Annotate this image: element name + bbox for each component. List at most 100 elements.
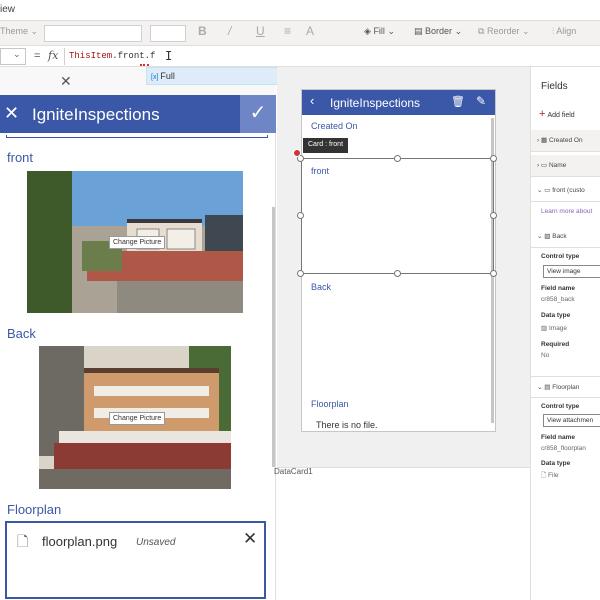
back-required-label: Required [541,341,570,348]
floorplan-control-type-label: Control type [541,403,580,410]
card-icon: ▭ [544,187,551,194]
plus-icon: + [539,108,546,120]
floorplan-label: Floorplan [7,502,62,517]
fill-button[interactable]: ◈ Fill ⌄ [364,26,395,37]
chevron-down-icon: ⌄ [387,26,395,36]
back-control-type-dropdown[interactable]: View image [543,265,600,278]
resize-handle[interactable] [394,155,401,162]
preview-scrollbar[interactable] [272,207,275,467]
design-form-title: IgniteInspections [330,96,421,110]
back-label: Back [7,326,36,341]
chevron-down-icon: ⌄ [454,26,463,36]
close-preview-icon[interactable]: ✕ [60,73,72,90]
align-button[interactable]: ⫶ Align [552,26,576,37]
file-icon: 🗋 [17,533,29,549]
preview-form-header: ✕ IgniteInspections ✓ [0,95,276,133]
back-control-type-label: Control type [541,253,580,260]
trash-icon[interactable]: 🗑 [451,95,465,108]
field-row-back[interactable]: ⌄ ▨ Back [531,226,600,248]
resize-handle[interactable] [297,212,304,219]
font-family-dropdown[interactable] [44,25,142,42]
resize-handle[interactable] [490,155,497,162]
floorplan-data-type-label: Data type [541,460,571,467]
text-field-icon: ▭ [540,162,548,169]
floorplan-control-type-dropdown[interactable]: View attachmen [543,414,600,427]
floorplan-field-name-label: Field name [541,434,575,441]
font-color-button[interactable]: A [306,24,314,38]
remove-attachment-icon[interactable]: ✕ [243,529,257,549]
bold-button[interactable]: B [198,24,207,38]
floorplan-attachment-control[interactable]: 🗋 floorplan.png Unsaved ✕ [5,521,266,599]
preview-form-title: IgniteInspections [32,105,160,124]
design-created-on-label: Created On [311,121,358,131]
resize-handle[interactable] [394,270,401,277]
chevron-right-icon: › [537,162,540,169]
resize-handle[interactable] [297,270,304,277]
chevron-down-icon: ⌄ [537,233,543,240]
close-icon[interactable]: ✕ [4,103,19,124]
learn-more-link[interactable]: Learn more about [541,208,592,215]
selected-card-outline[interactable] [301,158,494,274]
italic-button[interactable]: / [228,24,231,38]
chevron-down-icon: ⌄ [13,49,21,59]
formula-keyword: ThisItem [69,51,113,61]
paint-bucket-icon: ◈ [364,26,371,36]
equals-sign: = [34,50,41,62]
variable-icon: [x] [151,74,159,81]
formula-input[interactable]: ThisItem.front.f [64,48,600,65]
font-size-field[interactable] [150,25,186,42]
chevron-down-icon: ⌄ [537,384,543,391]
chevron-right-icon: › [537,137,540,144]
attachment-icon: ▤ [544,384,551,391]
preview-panel: ✕ ✕ IgniteInspections ✓ front Change Pic… [0,67,276,600]
strikethrough-button[interactable]: ≡ [284,24,291,38]
reorder-icon: ⧉ [478,26,485,36]
front-change-picture-button[interactable]: Change Picture [109,236,166,249]
error-squiggle [140,64,149,66]
attachment-file-name[interactable]: floorplan.png [42,534,117,549]
design-form-header: ‹ IgniteInspections 🗑 ✎ [302,90,495,115]
floorplan-data-type-value: 🗋 File [541,472,559,479]
checkmark-icon[interactable]: ✓ [240,95,276,133]
field-row-front[interactable]: ⌄ ▭ front (custo [531,180,600,202]
text-cursor-icon: I [165,49,173,63]
border-button[interactable]: ▤ Border ⌄ [414,26,462,37]
theme-dropdown[interactable]: Theme ⌄ [0,26,38,37]
view-menu-tab[interactable]: iew [0,4,15,15]
image-icon: ▨ [544,233,551,240]
resize-handle[interactable] [490,212,497,219]
fx-icon: fx [48,49,59,62]
front-label: front [7,150,34,165]
field-row-name[interactable]: › ▭ Name [531,155,600,177]
design-back-label: Back [311,282,332,292]
calendar-icon: ▦ [540,137,548,144]
underline-button[interactable]: U [256,24,265,38]
chevron-down-icon: ⌄ [537,187,543,194]
field-row-floorplan[interactable]: ⌄ ▤ Floorplan [531,376,600,398]
canvas-status-area: DataCard1 [274,467,530,600]
back-change-picture-button[interactable]: Change Picture [109,412,166,425]
back-arrow-icon[interactable]: ‹ [310,93,314,108]
back-data-type-value: ▨ Image [541,325,568,332]
add-field-button[interactable]: + Add field [539,108,575,120]
front-image[interactable]: Change Picture [27,171,243,313]
no-file-text: There is no file. [316,420,378,430]
property-selector[interactable]: ⌄ [0,48,26,65]
selected-control-name: DataCard1 [274,467,313,476]
design-floorplan-label: Floorplan [311,399,349,409]
fields-panel-title: Fields [541,81,568,92]
ribbon-toolbar: Theme ⌄ B / U ≡ A ◈ Fill ⌄ ▤ Border ⌄ ⧉ … [0,20,600,46]
reorder-button[interactable]: ⧉ Reorder ⌄ [478,26,530,37]
back-field-name-label: Field name [541,285,575,292]
back-data-type-label: Data type [541,312,571,319]
error-indicator-icon[interactable] [293,149,301,157]
back-image[interactable]: Change Picture [39,346,231,489]
align-icon: ⫶ [552,26,555,36]
previous-field-border [6,135,268,138]
back-field-name-value: cr858_back [541,296,575,303]
field-row-created-on[interactable]: › ▦ Created On [531,130,600,152]
chevron-down-icon: ⌄ [30,26,39,36]
chevron-down-icon: ⌄ [521,26,530,36]
edit-pencil-icon[interactable]: ✎ [476,94,486,108]
resize-handle[interactable] [490,270,497,277]
